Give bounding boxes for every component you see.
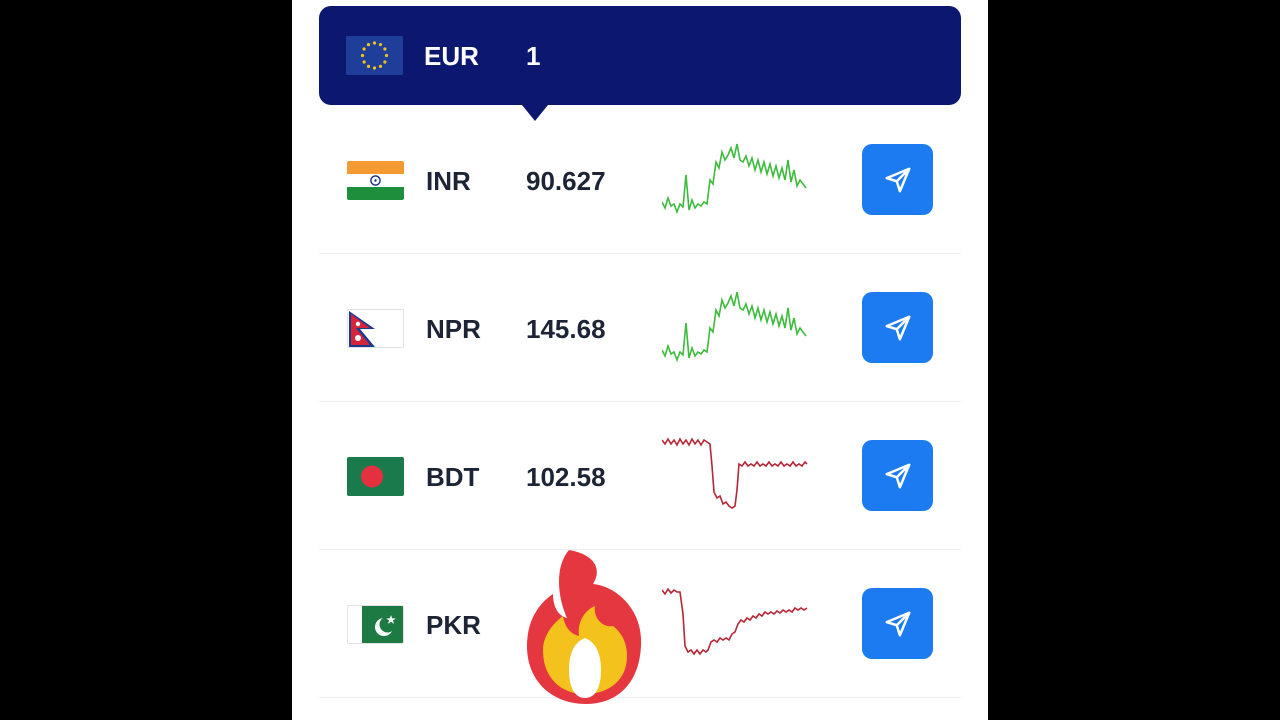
currency-row-inr[interactable]: INR 90.627 xyxy=(319,106,961,254)
currency-row-bdt[interactable]: BDT 102.58 xyxy=(319,402,961,550)
india-flag-icon xyxy=(347,161,404,200)
send-icon xyxy=(885,611,910,636)
currency-rate: 102.58 xyxy=(526,462,606,492)
send-icon xyxy=(885,167,910,192)
send-button[interactable] xyxy=(862,588,933,659)
trend-sparkline xyxy=(662,437,808,509)
nepal-flag-icon xyxy=(347,309,404,348)
trend-sparkline xyxy=(662,291,807,363)
pakistan-flag-icon xyxy=(347,605,404,644)
send-icon xyxy=(885,463,910,488)
base-currency-amount[interactable]: 1 xyxy=(526,41,540,71)
currency-code: PKR xyxy=(426,610,481,640)
send-button[interactable] xyxy=(862,144,933,215)
currency-rate: 145.68 xyxy=(526,314,606,344)
send-icon xyxy=(885,315,910,340)
currency-code: NPR xyxy=(426,314,481,344)
currency-row-npr[interactable]: NPR 145.68 xyxy=(319,254,961,402)
trend-sparkline xyxy=(662,143,807,215)
base-currency-code: EUR xyxy=(424,41,479,71)
fire-emoji-icon xyxy=(527,550,642,704)
bangladesh-flag-icon xyxy=(347,457,404,496)
base-currency-bar[interactable]: EUR 1 xyxy=(319,6,961,121)
eu-flag-icon xyxy=(346,36,403,75)
send-button[interactable] xyxy=(862,292,933,363)
trend-sparkline xyxy=(662,587,808,656)
currency-code: INR xyxy=(426,166,471,196)
currency-code: BDT xyxy=(426,462,480,492)
send-button[interactable] xyxy=(862,440,933,511)
currency-rate: 90.627 xyxy=(526,166,606,196)
